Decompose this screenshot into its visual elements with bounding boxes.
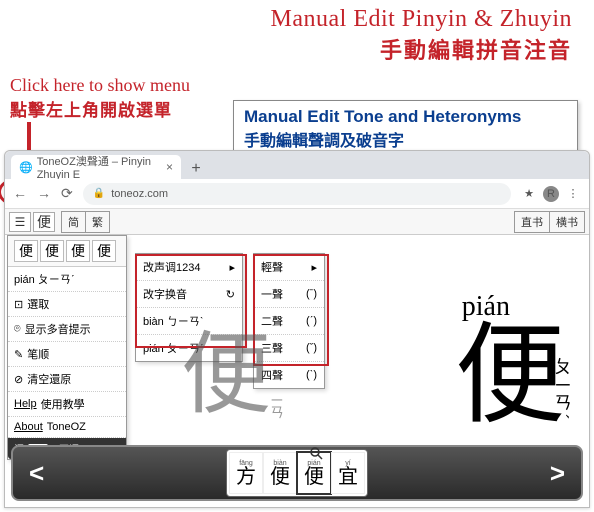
simp-trad-toggle[interactable]: 简 繁 bbox=[61, 211, 110, 233]
vertical-option[interactable]: 直书 bbox=[515, 212, 550, 232]
simp-option[interactable]: 简 bbox=[62, 212, 86, 232]
candidate-list: fāng方 biàn便 pián便 yí宜 bbox=[226, 449, 368, 497]
prev-button[interactable]: < bbox=[29, 458, 44, 489]
stroke-icon: ✎ bbox=[14, 348, 23, 361]
horizontal-option[interactable]: 横书 bbox=[550, 212, 584, 232]
forward-button[interactable]: → bbox=[37, 185, 51, 202]
magnify-icon bbox=[308, 445, 324, 461]
callout-en: Manual Edit Tone and Heteronyms bbox=[244, 107, 567, 127]
variant-row: 便 便 便 便 bbox=[8, 236, 126, 267]
lock-icon: 🔒 bbox=[93, 188, 105, 199]
current-char-box[interactable]: 便 bbox=[33, 212, 55, 232]
variant-char[interactable]: 便 bbox=[92, 240, 116, 262]
pinyin-row[interactable]: pián ㄆㄧㄢˊ bbox=[8, 267, 126, 292]
select-icon: ⊡ bbox=[14, 298, 23, 311]
variant-char[interactable]: 便 bbox=[66, 240, 90, 262]
candidate[interactable]: yí宜 bbox=[331, 452, 365, 494]
polyphone-icon: ⌾ bbox=[14, 323, 21, 336]
main-char-display: pián 便 ㄆㄧㄢˊ bbox=[455, 321, 565, 431]
url-field[interactable]: 🔒 toneoz.com bbox=[83, 183, 511, 205]
app-content: ☰ 便 简 繁 直书 横书 便 便 便 便 pián ㄆㄧㄢˊ ⊡選取 ⌾显示多… bbox=[5, 209, 589, 507]
page-title: Manual Edit Pinyin & Zhuyin 手動編輯拼音注音 bbox=[0, 0, 594, 65]
candidate[interactable]: biàn便 bbox=[263, 452, 297, 494]
menu-item-polyphone[interactable]: ⌾显示多音提示 bbox=[8, 317, 126, 342]
back-button[interactable]: ← bbox=[13, 185, 27, 202]
menu-button[interactable]: ☰ bbox=[9, 212, 31, 232]
tab-strip: 🌐 ToneOZ澳聲通 – Pinyin Zhuyin E × + bbox=[5, 151, 589, 179]
browser-window: 🌐 ToneOZ澳聲通 – Pinyin Zhuyin E × + ← → ⟳ … bbox=[4, 150, 590, 508]
trad-option[interactable]: 繁 bbox=[86, 212, 109, 232]
pinyin-label: pián bbox=[462, 291, 510, 323]
menu-item-help[interactable]: Help使用教學 bbox=[8, 392, 126, 417]
callout-zh: 手動編輯聲調及破音字 bbox=[244, 127, 567, 151]
next-button[interactable]: > bbox=[550, 458, 565, 489]
new-tab-button[interactable]: + bbox=[185, 159, 207, 179]
variant-char[interactable]: 便 bbox=[40, 240, 64, 262]
app-toolbar: ☰ 便 简 繁 直书 横书 bbox=[5, 209, 589, 235]
avatar[interactable]: R bbox=[543, 186, 559, 202]
hint-en: Click here to show menu bbox=[10, 75, 190, 96]
candidate-selected[interactable]: pián便 bbox=[297, 452, 331, 494]
clear-icon: ⊘ bbox=[14, 373, 23, 386]
address-bar: ← → ⟳ 🔒 toneoz.com ★ R ⋮ bbox=[5, 179, 589, 209]
tab-favicon-icon: 🌐 bbox=[19, 161, 33, 174]
close-icon[interactable]: × bbox=[166, 160, 173, 174]
variant-char[interactable]: 便 bbox=[14, 240, 38, 262]
title-en: Manual Edit Pinyin & Zhuyin bbox=[0, 6, 572, 33]
reload-button[interactable]: ⟳ bbox=[61, 185, 73, 202]
menu-item-about[interactable]: AboutToneOZ bbox=[8, 417, 126, 438]
menu-item-stroke[interactable]: ✎笔顺 bbox=[8, 342, 126, 367]
hint-zh: 點擊左上角開啟選單 bbox=[10, 96, 190, 121]
menu-item-select[interactable]: ⊡選取 bbox=[8, 292, 126, 317]
side-menu[interactable]: 便 便 便 便 pián ㄆㄧㄢˊ ⊡選取 ⌾显示多音提示 ✎笔顺 ⊘清空還原 … bbox=[7, 235, 127, 460]
url-text: toneoz.com bbox=[111, 188, 168, 200]
character-canvas: 便 ㄧㄢ pián 便 ㄆㄧㄢˊ bbox=[131, 237, 585, 437]
zhuyin-label: ㄆㄧㄢˊ bbox=[549, 357, 575, 421]
orientation-toggle[interactable]: 直书 横书 bbox=[514, 211, 585, 233]
chrome-menu-icon[interactable]: ⋮ bbox=[565, 186, 581, 202]
extension-icon[interactable]: ★ bbox=[521, 186, 537, 202]
hint-block: Click here to show menu 點擊左上角開啟選單 bbox=[10, 75, 190, 121]
menu-item-clear[interactable]: ⊘清空還原 bbox=[8, 367, 126, 392]
tab-title: ToneOZ澳聲通 – Pinyin Zhuyin E bbox=[37, 155, 162, 179]
title-zh: 手動編輯拼音注音 bbox=[0, 33, 572, 65]
candidate-bar: < fāng方 biàn便 pián便 yí宜 > bbox=[11, 445, 583, 501]
browser-tab[interactable]: 🌐 ToneOZ澳聲通 – Pinyin Zhuyin E × bbox=[11, 155, 181, 179]
ghost-char: 便 ㄧㄢ bbox=[181, 301, 271, 431]
candidate[interactable]: fāng方 bbox=[229, 452, 263, 494]
